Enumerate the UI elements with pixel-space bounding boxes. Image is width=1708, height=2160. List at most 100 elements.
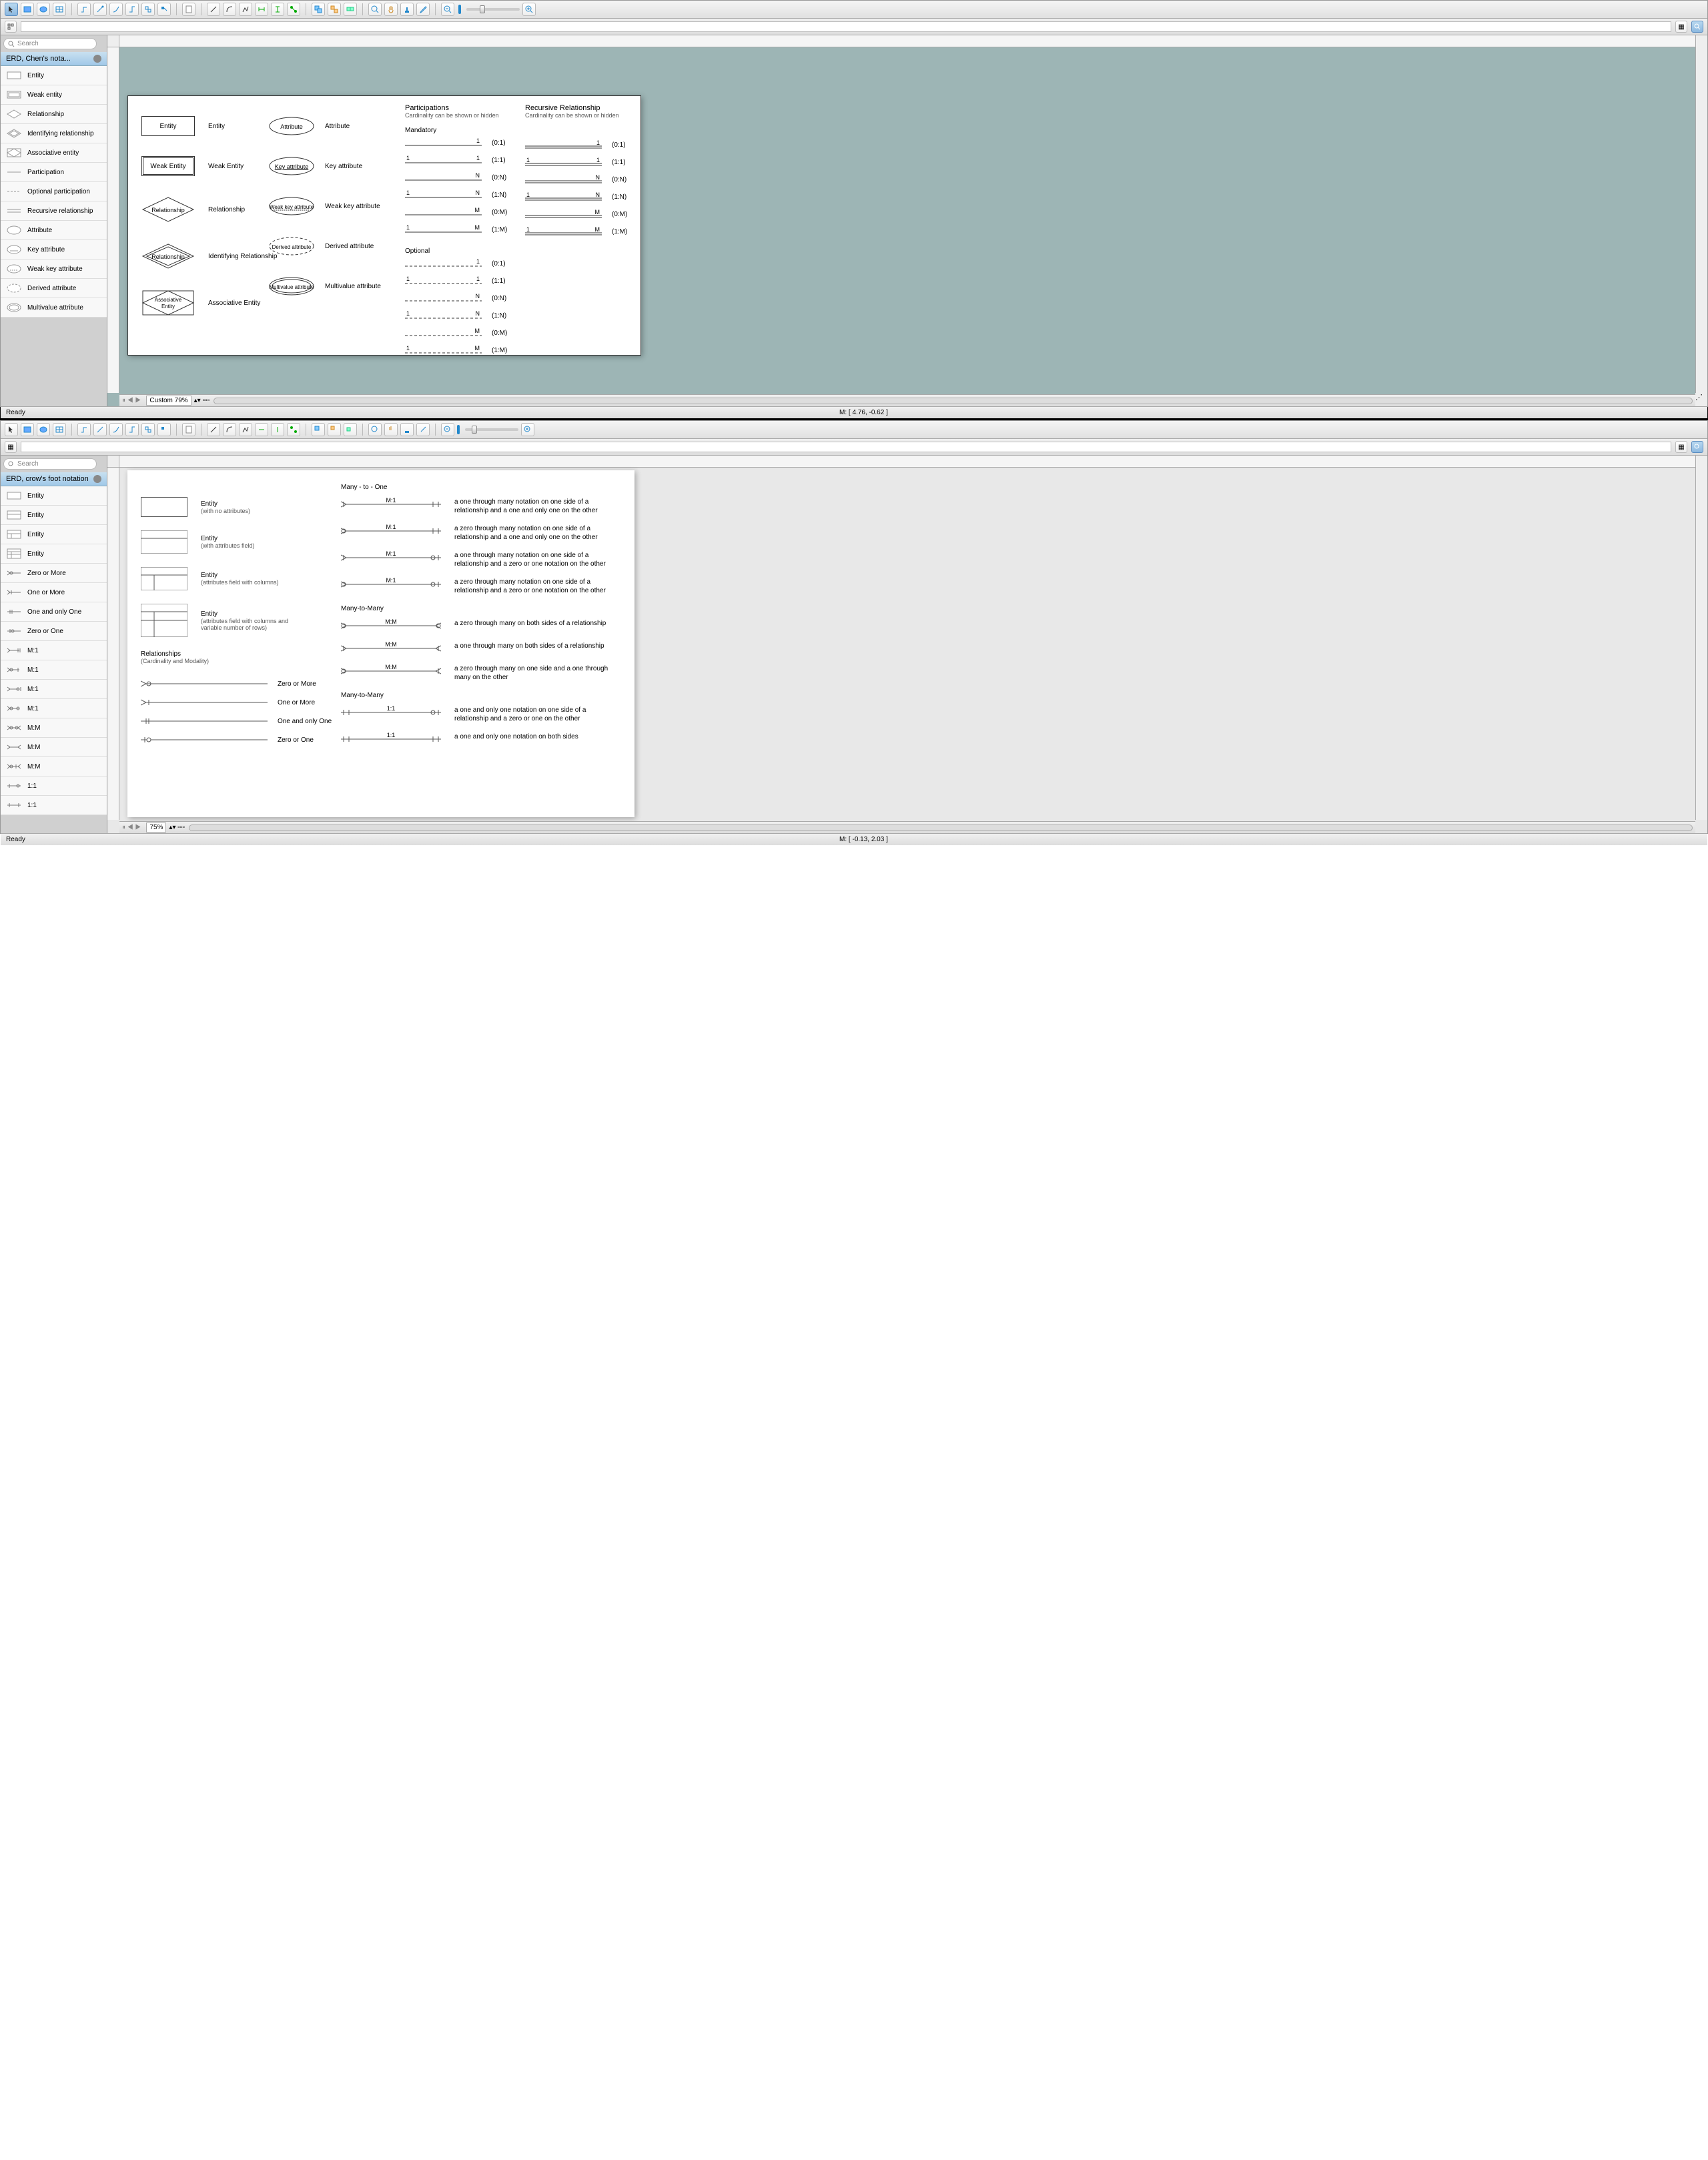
- connect-tool[interactable]: [287, 3, 300, 16]
- shape-weak-key[interactable]: Weak key attribute: [268, 196, 315, 216]
- rel-row[interactable]: One or More: [141, 693, 338, 712]
- m1-row[interactable]: M:1 a zero through many notation on one …: [341, 578, 621, 595]
- connector-5[interactable]: [141, 3, 155, 16]
- zoom-level[interactable]: Custom 79%: [146, 396, 191, 406]
- palette-item[interactable]: Multivalue attribute: [1, 298, 107, 318]
- connector-4[interactable]: [125, 3, 139, 16]
- participation-row[interactable]: 1N (1:N): [525, 188, 635, 205]
- participation-row[interactable]: 1M (1:M): [405, 221, 515, 238]
- scrollbar-v[interactable]: [1695, 456, 1707, 820]
- participation-row[interactable]: M (0:M): [405, 324, 515, 342]
- palette-item[interactable]: Attribute: [1, 221, 107, 240]
- palette-item[interactable]: 1:1: [1, 796, 107, 815]
- table-tool[interactable]: [53, 423, 66, 436]
- palette-item[interactable]: Entity: [1, 66, 107, 85]
- close-icon[interactable]: [93, 475, 101, 483]
- participation-row[interactable]: 1M (1:M): [525, 223, 635, 240]
- palette-item[interactable]: Identifying relationship: [1, 124, 107, 143]
- participation-row[interactable]: 1M (1:M): [405, 342, 515, 359]
- connector-3[interactable]: [109, 3, 123, 16]
- rect-tool[interactable]: [21, 3, 34, 16]
- m1-row[interactable]: M:1 a one through many notation on one s…: [341, 551, 621, 568]
- palette-item[interactable]: Key attribute: [1, 240, 107, 259]
- shape-key-attr[interactable]: Key attribute: [268, 156, 315, 176]
- ellipse-tool[interactable]: [37, 423, 50, 436]
- document-tool[interactable]: [182, 3, 195, 16]
- eyedropper-tool[interactable]: [416, 3, 430, 16]
- search-btn[interactable]: [1691, 441, 1703, 453]
- pan-tool[interactable]: [384, 3, 398, 16]
- entity-attr[interactable]: [141, 530, 187, 554]
- select-tool[interactable]: [5, 3, 18, 16]
- palette-item[interactable]: Zero or One: [1, 622, 107, 641]
- participation-row[interactable]: 1 (0:1): [405, 255, 515, 272]
- oo-row[interactable]: 1:1 a one and only one notation on one s…: [341, 706, 621, 723]
- canvas-2[interactable]: Entity(with no attributes) Entity(with a…: [107, 456, 1707, 833]
- grid-view-btn[interactable]: ▦: [1675, 441, 1687, 453]
- vdims-tool[interactable]: [271, 3, 284, 16]
- dims-tool[interactable]: [255, 3, 268, 16]
- palette-item[interactable]: One or More: [1, 583, 107, 602]
- m1-row[interactable]: M:1 a one through many notation on one s…: [341, 498, 621, 515]
- palette-item[interactable]: M:M: [1, 738, 107, 757]
- ellipse-tool[interactable]: [37, 3, 50, 16]
- table-tool[interactable]: [53, 3, 66, 16]
- poly-tool[interactable]: [239, 3, 252, 16]
- dims-tool[interactable]: [255, 423, 268, 436]
- palette-header-2[interactable]: ERD, crow's foot notation: [1, 472, 107, 486]
- tree-view-btn[interactable]: [5, 21, 17, 33]
- select-tool[interactable]: [5, 423, 18, 436]
- shape-relationship[interactable]: Relationship: [141, 196, 195, 223]
- eyedropper-tool[interactable]: [416, 423, 430, 436]
- search-input[interactable]: Search: [3, 38, 97, 49]
- zoom-level[interactable]: 75%: [146, 823, 166, 833]
- connector-4[interactable]: [125, 423, 139, 436]
- palette-item[interactable]: Entity: [1, 506, 107, 525]
- scrollbar-h[interactable]: [214, 398, 1693, 404]
- palette-item[interactable]: M:1: [1, 641, 107, 660]
- participation-row[interactable]: 11 (1:1): [405, 272, 515, 290]
- arrange-tool[interactable]: [344, 3, 357, 16]
- palette-header[interactable]: ERD, Chen's nota...: [1, 52, 107, 66]
- arc-tool[interactable]: [223, 423, 236, 436]
- rel-row[interactable]: Zero or One: [141, 730, 338, 749]
- shape-associative[interactable]: AssociativeEntity: [141, 290, 195, 316]
- palette-item[interactable]: Derived attribute: [1, 279, 107, 298]
- palette-item[interactable]: Weak entity: [1, 85, 107, 105]
- entity-no-attr[interactable]: [141, 497, 187, 517]
- palette-item[interactable]: One and only One: [1, 602, 107, 622]
- palette-item[interactable]: Participation: [1, 163, 107, 182]
- participation-row[interactable]: 11 (1:1): [405, 151, 515, 169]
- connector-2[interactable]: [93, 423, 107, 436]
- palette-item[interactable]: Entity: [1, 486, 107, 506]
- line-tool[interactable]: [207, 3, 220, 16]
- connector-1[interactable]: [77, 3, 91, 16]
- ungroup-tool[interactable]: [328, 423, 341, 436]
- rect-tool[interactable]: [21, 423, 34, 436]
- shape-derived[interactable]: Derived attribute: [268, 236, 315, 256]
- pan-tool[interactable]: [384, 423, 398, 436]
- shape-weak-entity[interactable]: Weak Entity: [141, 156, 195, 176]
- palette-item[interactable]: Weak key attribute: [1, 259, 107, 279]
- rel-row[interactable]: One and only One: [141, 712, 338, 730]
- zoom-out[interactable]: [441, 3, 454, 16]
- zoom-slider[interactable]: [465, 428, 518, 431]
- zoom-slider-blue[interactable]: [458, 5, 461, 14]
- zoom-in[interactable]: [521, 423, 534, 436]
- palette-item[interactable]: Relationship: [1, 105, 107, 124]
- arc-tool[interactable]: [223, 3, 236, 16]
- shape-multivalue[interactable]: Multivalue attribute: [268, 276, 315, 296]
- palette-item[interactable]: M:1: [1, 680, 107, 699]
- connect-tool[interactable]: [287, 423, 300, 436]
- document-tool[interactable]: [182, 423, 195, 436]
- zoom-in[interactable]: [522, 3, 536, 16]
- search-btn[interactable]: [1691, 21, 1703, 33]
- zoom-slider[interactable]: [466, 8, 520, 11]
- oo-row[interactable]: 1:1 a one and only one notation on both …: [341, 732, 621, 746]
- connector-2[interactable]: [93, 3, 107, 16]
- participation-row[interactable]: 1N (1:N): [405, 307, 515, 324]
- ungroup-tool[interactable]: [328, 3, 341, 16]
- shape-entity[interactable]: Entity: [141, 116, 195, 136]
- palette-item[interactable]: 1:1: [1, 776, 107, 796]
- vdims-tool[interactable]: [271, 423, 284, 436]
